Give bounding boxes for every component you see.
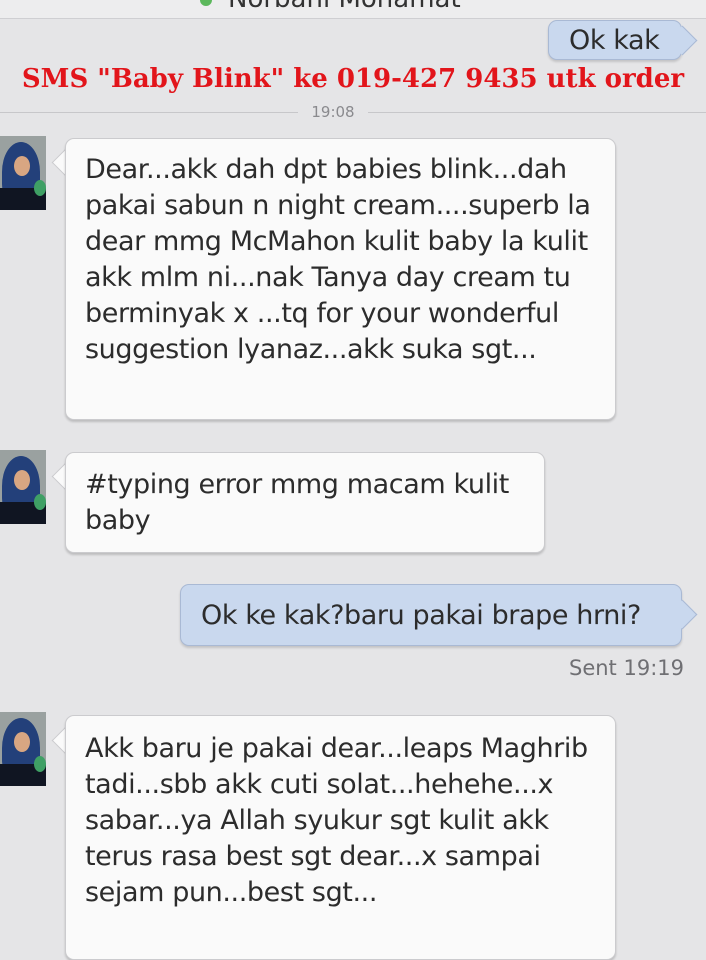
message-bubble-incoming[interactable]: Akk baru je pakai dear...leaps Maghrib t… <box>65 715 616 960</box>
divider-time: 19:08 <box>311 103 355 121</box>
message-text: Dear...akk dah dpt babies blink...dah pa… <box>85 154 591 365</box>
contact-avatar[interactable] <box>0 712 46 786</box>
promo-banner: SMS "Baby Blink" ke 019-427 9435 utk ord… <box>21 64 685 94</box>
contact-name[interactable]: Norbani Mohamat <box>228 0 461 14</box>
contact-avatar[interactable] <box>0 450 46 524</box>
timestamp-divider: 19:08 <box>0 103 706 121</box>
message-bubble-incoming[interactable]: #typing error mmg macam kulit baby <box>65 452 545 553</box>
message-status: Sent 19:19 <box>569 656 684 680</box>
message-text: Akk baru je pakai dear...leaps Maghrib t… <box>85 733 588 908</box>
divider-line <box>368 112 706 113</box>
divider-line <box>0 112 298 113</box>
message-text: Ok ke kak?baru pakai brape hrni? <box>201 600 641 631</box>
message-text: Ok kak <box>569 25 660 56</box>
contact-avatar[interactable] <box>0 136 46 210</box>
message-text: #typing error mmg macam kulit baby <box>85 469 509 536</box>
message-bubble-outgoing[interactable]: Ok kak <box>548 20 682 60</box>
online-status-icon <box>200 0 212 6</box>
conversation-header: Norbani Mohamat <box>0 0 706 19</box>
message-bubble-outgoing[interactable]: Ok ke kak?baru pakai brape hrni? <box>180 584 682 646</box>
message-bubble-incoming[interactable]: Dear...akk dah dpt babies blink...dah pa… <box>65 138 616 420</box>
